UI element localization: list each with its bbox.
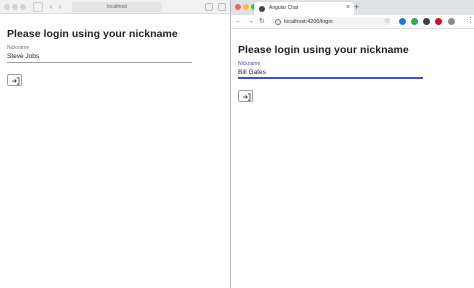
menu-icon[interactable]: ⋮ (467, 16, 474, 26)
nickname-label: Nickname (7, 45, 30, 51)
login-button[interactable] (7, 74, 22, 86)
tab-angular-chat[interactable]: Angular Chat × (254, 2, 354, 15)
minimize-window-button[interactable] (243, 4, 249, 10)
extension-dark-icon[interactable] (423, 18, 430, 25)
url-text: localhost:4200/login (284, 18, 333, 25)
safari-toolbar: ‹ › localhost (0, 0, 230, 14)
site-info-icon[interactable] (275, 19, 281, 25)
tab-title: Angular Chat (269, 5, 299, 11)
zoom-window-button[interactable] (20, 4, 26, 10)
desktop-screen: ‹ › localhost Please login using your ni… (0, 0, 474, 288)
extension-pinterest-icon[interactable] (435, 18, 442, 25)
close-tab-icon[interactable]: × (346, 4, 350, 12)
close-window-button[interactable] (235, 4, 241, 10)
forward-icon[interactable]: → (247, 17, 254, 27)
forward-icon[interactable]: › (55, 2, 65, 12)
share-icon[interactable] (205, 3, 213, 11)
login-button[interactable] (238, 90, 253, 102)
bookmark-star-icon[interactable]: ☆ (384, 17, 390, 27)
login-icon (12, 77, 20, 85)
chrome-tab-strip: Angular Chat × + (231, 0, 474, 15)
extension-green-icon[interactable] (411, 18, 418, 25)
omnibox[interactable]: localhost:4200/login (271, 17, 391, 27)
sidebar-toggle-icon[interactable] (33, 2, 43, 12)
angular-favicon-icon (259, 5, 265, 12)
reload-icon[interactable]: ↻ (259, 17, 265, 27)
nickname-label: Nickname (238, 61, 261, 67)
nickname-underline-focused (238, 77, 423, 79)
page-title: Please login using your nickname (238, 44, 409, 56)
back-icon[interactable]: ← (235, 17, 242, 27)
new-tab-icon[interactable]: + (354, 2, 359, 12)
chrome-window: Angular Chat × + ← → ↻ localhost:4200/lo… (231, 0, 474, 288)
tabs-overview-icon[interactable] (218, 3, 226, 11)
nickname-input[interactable]: Bill Gates (238, 69, 266, 76)
nickname-underline (7, 62, 192, 63)
login-icon (243, 93, 251, 101)
minimize-window-button[interactable] (12, 4, 18, 10)
page-title: Please login using your nickname (7, 28, 178, 40)
extension-blue-icon[interactable] (399, 18, 406, 25)
safari-window: ‹ › localhost Please login using your ni… (0, 0, 230, 288)
extension-gray-icon[interactable] (448, 18, 455, 25)
close-window-button[interactable] (4, 4, 10, 10)
nickname-input[interactable]: Steve Jobs (7, 53, 39, 60)
safari-address-bar[interactable]: localhost (72, 2, 162, 12)
